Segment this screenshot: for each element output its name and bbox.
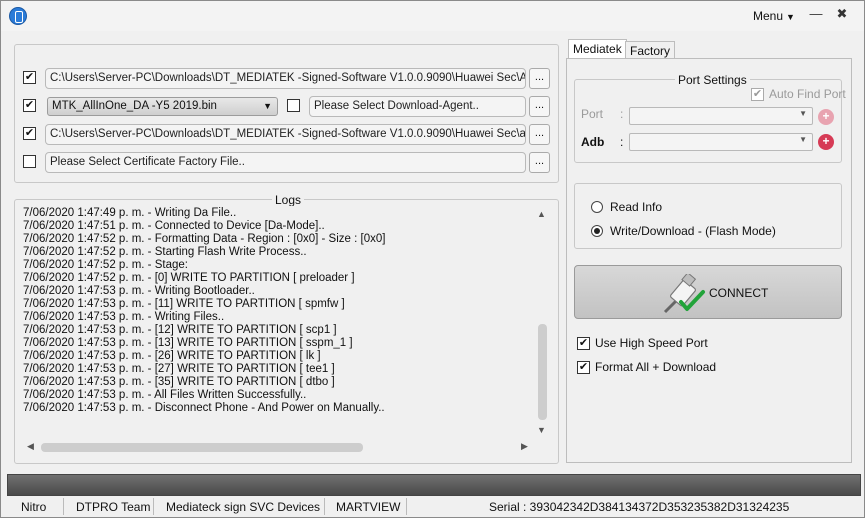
- status-divider: [324, 498, 325, 515]
- minimize-button[interactable]: —: [807, 6, 825, 22]
- status-divider: [63, 498, 64, 515]
- auto-find-port-label: Auto Find Port: [769, 87, 846, 101]
- close-icon: ✖: [836, 6, 848, 21]
- status-divider: [153, 498, 154, 515]
- log-lines: 7/06/2020 1:47:49 p. m. - Writing Da Fil…: [23, 207, 385, 415]
- adb-label: Adb: [581, 135, 605, 149]
- menu-label: Menu: [753, 9, 784, 23]
- scatter-file-value: MTK_AllInOne_DA -Y5 2019.bin: [52, 100, 217, 112]
- certificate-field[interactable]: Please Select Certificate Factory File..: [45, 152, 526, 173]
- adb-colon: :: [620, 135, 624, 149]
- caret-down-icon: ▼: [786, 12, 795, 22]
- status-item-team: DTPRO Team: [76, 500, 151, 514]
- status-divider: [406, 498, 407, 515]
- write-download-label[interactable]: Write/Download - (Flash Mode): [610, 224, 776, 238]
- connect-label: CONNECT: [709, 286, 769, 300]
- read-info-label[interactable]: Read Info: [610, 200, 662, 214]
- file3-checkbox[interactable]: ✔: [23, 127, 36, 140]
- serial-number: Serial : 393042342D384134372D353235382D3…: [489, 500, 790, 514]
- app-logo-icon: [9, 7, 27, 25]
- log-line: 7/06/2020 1:47:53 p. m. - Writing Files.…: [23, 311, 225, 323]
- log-line: 7/06/2020 1:47:49 p. m. - Writing Da Fil…: [23, 207, 237, 219]
- scroll-right-icon[interactable]: ▶: [521, 441, 528, 452]
- download-agent-browse-button[interactable]: ...: [529, 96, 550, 117]
- log-line: 7/06/2020 1:47:53 p. m. - [27] WRITE TO …: [23, 363, 335, 375]
- read-info-radio[interactable]: [591, 201, 603, 213]
- adb-select[interactable]: ▼: [629, 133, 813, 151]
- certificate-browse-button[interactable]: ...: [529, 152, 550, 173]
- scroll-up-icon[interactable]: ▲: [537, 209, 546, 219]
- plus-circle-icon[interactable]: +: [818, 109, 834, 125]
- log-line: 7/06/2020 1:47:53 p. m. - All Files Writ…: [23, 389, 307, 401]
- minimize-icon: —: [809, 6, 823, 21]
- download-agent-field[interactable]: Please Select Download-Agent..: [309, 96, 526, 117]
- scatter-file-select[interactable]: MTK_AllInOne_DA -Y5 2019.bin ▼: [47, 97, 278, 116]
- log-line: 7/06/2020 1:47:52 p. m. - Stage:: [23, 259, 188, 271]
- chevron-down-icon: ▼: [263, 101, 272, 111]
- certificate-checkbox[interactable]: [23, 155, 36, 168]
- port-label: Port: [581, 107, 604, 121]
- file3-browse-button[interactable]: ...: [529, 124, 550, 145]
- status-item-nitro: Nitro: [21, 500, 47, 514]
- progress-bar: [7, 474, 861, 496]
- log-line: 7/06/2020 1:47:52 p. m. - Formatting Dat…: [23, 233, 386, 245]
- file1-path-field[interactable]: C:\Users\Server-PC\Downloads\DT_MEDIATEK…: [45, 68, 526, 89]
- log-line: 7/06/2020 1:47:53 p. m. - [11] WRITE TO …: [23, 298, 345, 310]
- main-window: Menu ▼ — ✖ ✔ C:\Users\Server-PC\Downloads…: [0, 0, 865, 518]
- port-settings-title: Port Settings: [675, 73, 750, 87]
- scroll-down-icon[interactable]: ▼: [537, 425, 546, 435]
- log-line: 7/06/2020 1:47:53 p. m. - Writing Bootlo…: [23, 285, 255, 297]
- file3-path-field[interactable]: C:\Users\Server-PC\Downloads\DT_MEDIATEK…: [45, 124, 526, 145]
- usb-cable-check-icon: [663, 274, 705, 314]
- title-bar: Menu ▼ — ✖: [1, 1, 864, 31]
- high-speed-port-label[interactable]: Use High Speed Port: [595, 336, 708, 350]
- log-line: 7/06/2020 1:47:53 p. m. - [13] WRITE TO …: [23, 337, 353, 349]
- log-line: 7/06/2020 1:47:52 p. m. - [0] WRITE TO P…: [23, 272, 355, 284]
- auto-find-port-checkbox[interactable]: ✔: [751, 88, 764, 101]
- mode-group: [574, 183, 842, 249]
- file1-browse-button[interactable]: ...: [529, 68, 550, 89]
- log-line: 7/06/2020 1:47:53 p. m. - [35] WRITE TO …: [23, 376, 335, 388]
- file1-checkbox[interactable]: ✔: [23, 71, 36, 84]
- log-line: 7/06/2020 1:47:53 p. m. - [26] WRITE TO …: [23, 350, 321, 362]
- close-button[interactable]: ✖: [833, 6, 851, 22]
- tab-factory[interactable]: Factory: [625, 41, 676, 59]
- log-line: 7/06/2020 1:47:52 p. m. - Starting Flash…: [23, 246, 307, 258]
- log-output[interactable]: 7/06/2020 1:47:49 p. m. - Writing Da Fil…: [21, 206, 551, 456]
- format-all-label[interactable]: Format All + Download: [595, 360, 716, 374]
- log-line: 7/06/2020 1:47:53 p. m. - [12] WRITE TO …: [23, 324, 337, 336]
- write-download-radio[interactable]: [591, 225, 603, 237]
- format-all-checkbox[interactable]: ✔: [577, 361, 590, 374]
- port-colon: :: [620, 107, 624, 121]
- status-item-devices: Mediateck sign SVC Devices: [166, 500, 321, 514]
- tab-mediatek[interactable]: Mediatek: [568, 39, 627, 59]
- status-bar: Nitro DTPRO Team Mediateck sign SVC Devi…: [1, 497, 864, 517]
- logs-title: Logs: [272, 193, 305, 207]
- chevron-down-icon: ▼: [799, 135, 807, 144]
- log-line: 7/06/2020 1:47:53 p. m. - Disconnect Pho…: [23, 402, 385, 414]
- status-item-martview: MARTVIEW: [336, 500, 401, 514]
- scatter-checkbox[interactable]: ✔: [23, 99, 36, 112]
- log-vscroll-thumb[interactable]: [538, 324, 547, 420]
- high-speed-port-checkbox[interactable]: ✔: [577, 337, 590, 350]
- plus-circle-icon[interactable]: +: [818, 134, 834, 150]
- log-hscroll-thumb[interactable]: [41, 443, 363, 452]
- download-agent-checkbox[interactable]: [287, 99, 300, 112]
- log-vertical-scrollbar[interactable]: ▲ ▼: [534, 206, 551, 439]
- log-horizontal-scrollbar[interactable]: ◀ ▶: [21, 439, 534, 456]
- scroll-left-icon[interactable]: ◀: [27, 441, 34, 452]
- port-select[interactable]: ▼: [629, 107, 813, 125]
- menu-button[interactable]: Menu ▼: [753, 9, 795, 23]
- chevron-down-icon: ▼: [799, 109, 807, 118]
- connect-button[interactable]: CONNECT: [574, 265, 842, 319]
- log-line: 7/06/2020 1:47:51 p. m. - Connected to D…: [23, 220, 325, 232]
